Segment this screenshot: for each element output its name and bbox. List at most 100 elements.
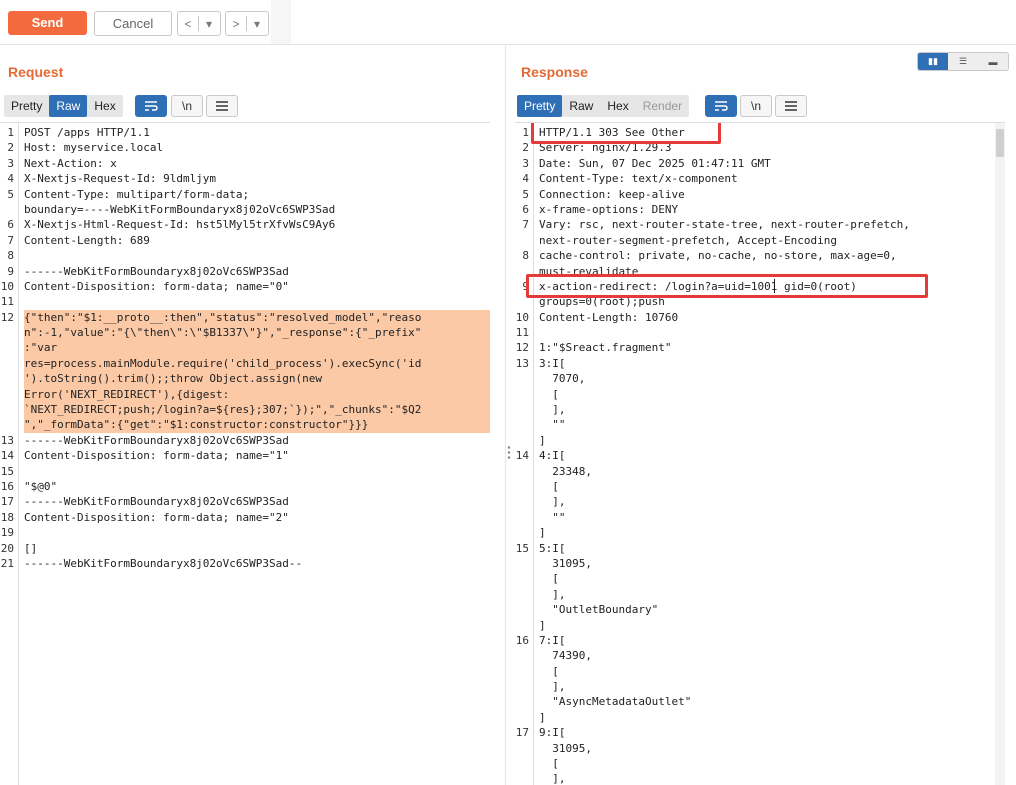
line-text: x-frame-options: DENY <box>539 202 679 216</box>
code-line: ], <box>515 771 1005 785</box>
code-line: next-router-segment-prefetch, Accept-Enc… <box>515 233 1005 248</box>
line-text: ], <box>539 680 566 694</box>
line-number: 10 <box>515 310 529 324</box>
line-number: 12 <box>515 341 529 355</box>
code-line: 7070, <box>515 371 1005 386</box>
request-title: Request <box>8 64 64 80</box>
back-dropdown-icon[interactable]: ▾ <box>199 17 219 31</box>
line-text: [] <box>24 541 38 555</box>
line-number: 4 <box>7 172 14 186</box>
line-number: 17 <box>0 495 14 509</box>
tab-raw[interactable]: Raw <box>49 95 88 117</box>
forward-nav-group: > ▾ <box>225 11 269 36</box>
tab-raw[interactable]: Raw <box>562 95 600 117</box>
code-line: 6 x-frame-options: DENY <box>515 202 1005 217</box>
line-text: Date: Sun, 07 Dec 2025 01:47:11 GMT <box>539 156 771 170</box>
line-number: 14 <box>515 449 529 463</box>
code-line: [ <box>515 387 1005 402</box>
line-text: [ <box>539 572 559 586</box>
line-text: Content-Length: 10760 <box>539 310 679 324</box>
line-text: Content-Length: 689 <box>24 233 150 247</box>
pane-splitter-handle[interactable] <box>507 445 511 459</box>
code-line: n":-1,"value":"{\"then\":\"$B1337\"}","_… <box>0 325 490 341</box>
code-line: boundary=----WebKitFormBoundaryx8j02oVc6… <box>0 202 490 217</box>
line-text: 1:"$Sreact.fragment" <box>539 341 672 355</box>
code-line: 31095, <box>515 741 1005 756</box>
code-line: 15 5:I[ <box>515 541 1005 556</box>
tab-hex[interactable]: Hex <box>600 95 635 117</box>
line-text: ------WebKitFormBoundaryx8j02oVc6SWP3Sad <box>24 433 289 447</box>
line-number: 1 <box>7 126 14 139</box>
side-by-side-layout-icon[interactable]: ▮▮ <box>918 53 948 70</box>
code-line: [ <box>515 664 1005 679</box>
line-number: 13 <box>0 433 14 447</box>
tab-pretty[interactable]: Pretty <box>4 95 49 117</box>
line-number: 6 <box>7 218 14 232</box>
line-text: "$@0" <box>24 479 58 493</box>
code-line: ] <box>515 433 1005 448</box>
code-line: 5 Content-Type: multipart/form-data; <box>0 187 490 202</box>
line-text: 7070, <box>539 372 586 386</box>
request-tabs: Pretty Raw Hex <box>4 95 123 117</box>
line-number: 2 <box>7 141 14 155</box>
line-text: X-Nextjs-Request-Id: 9ldmljym <box>24 172 217 186</box>
newline-toggle-icon[interactable]: \n <box>171 95 203 117</box>
line-number: 13 <box>515 356 529 370</box>
code-line: 12 {"then":"$1:__proto__:then","status":"… <box>0 309 490 326</box>
line-text: POST /apps HTTP/1.1 <box>24 126 150 139</box>
scrollbar-thumb[interactable] <box>996 129 1004 157</box>
code-line: 7 Vary: rsc, next-router-state-tree, next… <box>515 217 1005 232</box>
code-line: 3 Date: Sun, 07 Dec 2025 01:47:11 GMT <box>515 156 1005 171</box>
line-text: Next-Action: x <box>24 156 117 170</box>
line-number: 11 <box>515 326 529 340</box>
code-line: ], <box>515 679 1005 694</box>
newline-toggle-icon[interactable]: \n <box>740 95 772 117</box>
line-text: 7:I[ <box>539 633 566 647</box>
code-line: 8 cache-control: private, no-cache, no-st… <box>515 248 1005 263</box>
wrap-lines-icon[interactable] <box>705 95 737 117</box>
line-text: {"then":"$1:__proto__:then","status":"re… <box>24 309 490 326</box>
line-text: 9:I[ <box>539 726 566 740</box>
line-number: 9 <box>7 264 14 278</box>
line-number: 2 <box>522 141 529 155</box>
stacked-layout-icon[interactable]: ☰ <box>948 53 978 70</box>
back-nav-group: < ▾ <box>177 11 221 36</box>
vertical-scrollbar[interactable] <box>995 123 1005 785</box>
code-line: 14 Content-Disposition: form-data; name="… <box>0 448 490 463</box>
line-number: 11 <box>0 295 14 309</box>
line-text: cache-control: private, no-cache, no-sto… <box>539 249 897 263</box>
code-line: [ <box>515 756 1005 771</box>
line-text: Content-Disposition: form-data; name="0" <box>24 279 289 293</box>
line-text: ] <box>539 710 546 724</box>
tab-hex[interactable]: Hex <box>87 95 122 117</box>
line-text: 3:I[ <box>539 356 566 370</box>
tab-pretty[interactable]: Pretty <box>517 95 563 117</box>
code-line: 5 Connection: keep-alive <box>515 187 1005 202</box>
line-text: ","_formData":{"get":"$1:constructor:con… <box>24 417 490 433</box>
line-text: ------WebKitFormBoundaryx8j02oVc6SWP3Sad <box>24 264 289 278</box>
code-line: 19 <box>0 525 490 540</box>
tab-render[interactable]: Render <box>636 95 689 117</box>
line-text: Error('NEXT_REDIRECT'),{digest: <box>24 386 490 403</box>
forward-arrow-icon[interactable]: > <box>226 17 246 31</box>
line-number: 6 <box>522 202 529 216</box>
line-text: n":-1,"value":"{\"then\":\"$B1337\"}","_… <box>24 325 490 341</box>
line-text: "" <box>539 418 566 432</box>
request-editor[interactable]: 1 POST /apps HTTP/1.1 2 Host: myservice.loc… <box>0 122 490 785</box>
line-text: res=process.mainModule.require('child_pr… <box>24 355 490 372</box>
forward-dropdown-icon[interactable]: ▾ <box>247 17 267 31</box>
wrap-lines-icon[interactable] <box>135 95 167 117</box>
code-line: ').toString().trim();;throw Object.assig… <box>0 371 490 387</box>
line-text: :"var <box>24 340 490 356</box>
code-line: 16 7:I[ <box>515 633 1005 648</box>
hamburger-icon[interactable] <box>206 95 238 117</box>
send-button[interactable]: Send <box>8 11 87 35</box>
response-editor[interactable]: 1 HTTP/1.1 303 See Other 2 Server: nginx/1.… <box>515 122 1005 785</box>
hamburger-icon[interactable] <box>775 95 807 117</box>
line-number: 15 <box>515 541 529 555</box>
back-arrow-icon[interactable]: < <box>178 17 198 31</box>
line-number: 17 <box>515 726 529 740</box>
single-pane-layout-icon[interactable]: ▬ <box>978 53 1008 70</box>
cancel-button[interactable]: Cancel <box>94 11 172 36</box>
line-text: Vary: rsc, next-router-state-tree, next-… <box>539 218 910 232</box>
